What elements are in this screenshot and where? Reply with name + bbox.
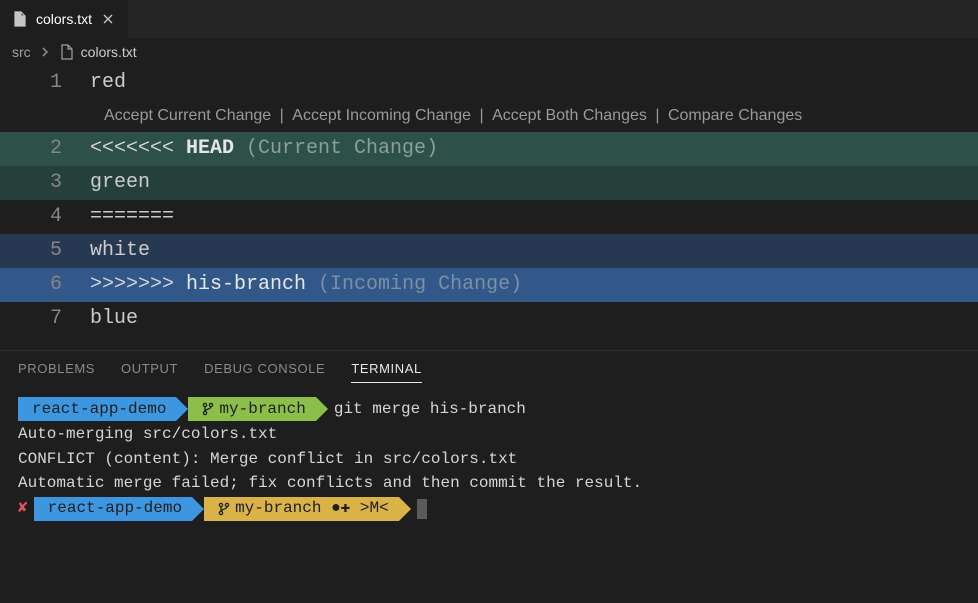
- terminal-prompt: ✘ react-app-demo my-branch ●✚ >M<: [18, 496, 960, 521]
- breadcrumb: src colors.txt: [0, 38, 978, 66]
- tab-output[interactable]: OUTPUT: [121, 361, 178, 383]
- panel-tabs: PROBLEMS OUTPUT DEBUG CONSOLE TERMINAL: [0, 351, 978, 391]
- editor[interactable]: 1 red Accept Current Change | Accept Inc…: [0, 66, 978, 336]
- git-branch-icon: [218, 502, 230, 516]
- merge-codelens: Accept Current Change | Accept Incoming …: [0, 100, 978, 132]
- line-number: 2: [0, 132, 90, 166]
- terminal-output: Auto-merging src/colors.txt: [18, 422, 960, 447]
- file-icon: [12, 11, 28, 27]
- tab-filename: colors.txt: [36, 11, 92, 27]
- terminal-output: CONFLICT (content): Merge conflict in sr…: [18, 447, 960, 472]
- conflict-current-header: 2 <<<<<<< HEAD (Current Change): [0, 132, 978, 166]
- line-number: 6: [0, 268, 90, 302]
- prompt-branch: my-branch: [188, 397, 315, 421]
- breadcrumb-file[interactable]: colors.txt: [59, 44, 137, 60]
- tab-problems[interactable]: PROBLEMS: [18, 361, 95, 383]
- line-number: 1: [0, 66, 90, 100]
- terminal-command: git merge his-branch: [334, 397, 526, 422]
- conflict-current-body: 3 green: [0, 166, 978, 200]
- code-text[interactable]: blue: [90, 302, 978, 336]
- line-number: 4: [0, 200, 90, 234]
- prompt-project: react-app-demo: [18, 397, 176, 421]
- conflict-incoming-header: 6 >>>>>>> his-branch (Incoming Change): [0, 268, 978, 302]
- line-number: 3: [0, 166, 90, 200]
- breadcrumb-folder[interactable]: src: [12, 44, 31, 60]
- prompt-branch: my-branch ●✚ >M<: [204, 497, 399, 521]
- accept-incoming-change[interactable]: Accept Incoming Change: [292, 107, 471, 124]
- editor-tabbar: colors.txt: [0, 0, 978, 38]
- editor-line: 7 blue: [0, 302, 978, 336]
- code-text[interactable]: white: [90, 234, 978, 268]
- accept-both-changes[interactable]: Accept Both Changes: [492, 107, 647, 124]
- tab-terminal[interactable]: TERMINAL: [351, 361, 422, 383]
- terminal-output: Automatic merge failed; fix conflicts an…: [18, 471, 960, 496]
- chevron-right-icon: [39, 46, 51, 58]
- bottom-panel: PROBLEMS OUTPUT DEBUG CONSOLE TERMINAL r…: [0, 350, 978, 533]
- editor-line: 1 red: [0, 66, 978, 100]
- tab-debug-console[interactable]: DEBUG CONSOLE: [204, 361, 325, 383]
- code-text[interactable]: red: [90, 66, 978, 100]
- prompt-project: react-app-demo: [34, 497, 192, 521]
- accept-current-change[interactable]: Accept Current Change: [104, 107, 271, 124]
- line-number: 7: [0, 302, 90, 336]
- file-icon: [59, 44, 75, 60]
- terminal[interactable]: react-app-demo my-branch git merge his-b…: [0, 391, 978, 533]
- terminal-prompt: react-app-demo my-branch git merge his-b…: [18, 397, 960, 422]
- terminal-cursor: [417, 499, 427, 519]
- line-number: 5: [0, 234, 90, 268]
- git-branch-icon: [202, 402, 214, 416]
- conflict-incoming-body: 5 white: [0, 234, 978, 268]
- code-text[interactable]: =======: [90, 200, 978, 234]
- code-text[interactable]: green: [90, 166, 978, 200]
- conflict-separator: 4 =======: [0, 200, 978, 234]
- compare-changes[interactable]: Compare Changes: [668, 107, 802, 124]
- error-icon: ✘: [18, 496, 28, 521]
- close-icon[interactable]: [100, 11, 116, 27]
- editor-tab[interactable]: colors.txt: [0, 0, 128, 38]
